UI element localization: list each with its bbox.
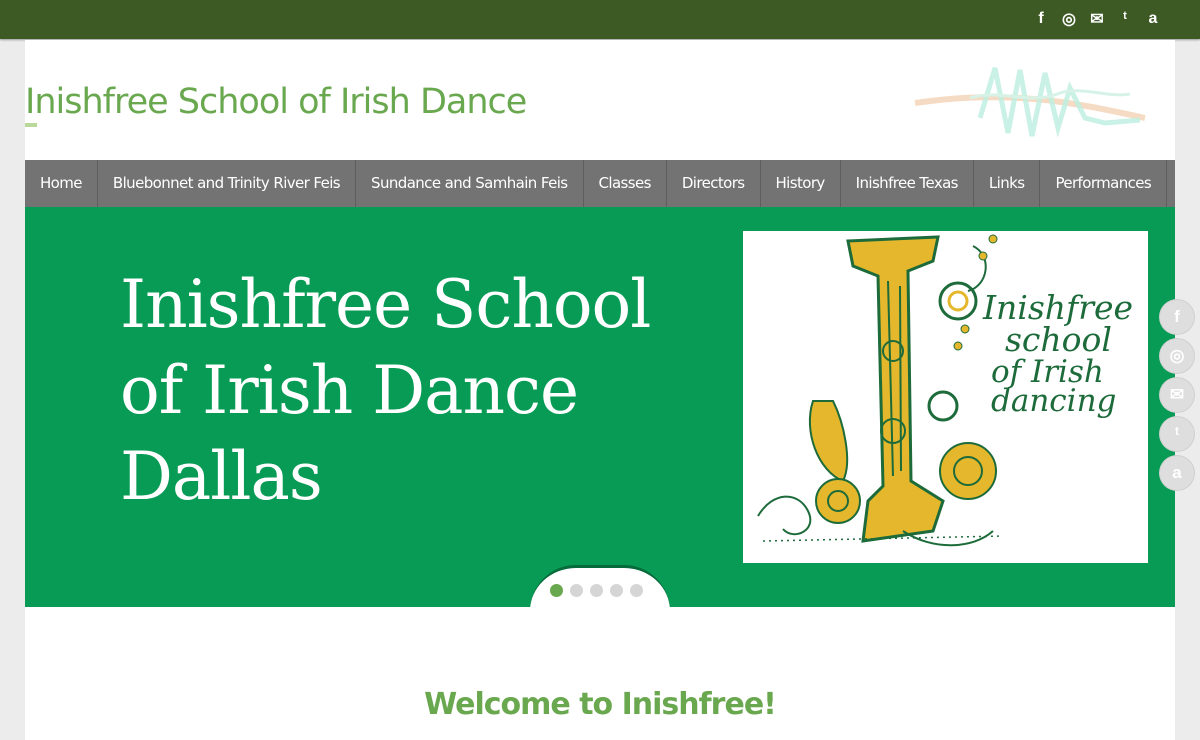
nav-item-inishfree-texas[interactable]: Inishfree Texas (841, 160, 974, 207)
slider-dot[interactable] (590, 584, 603, 597)
title-accent-bar (25, 123, 37, 127)
slider-dot[interactable] (550, 584, 563, 597)
page-container: Inishfree School of Irish Dance Home Blu… (25, 40, 1175, 740)
facebook-icon[interactable]: f (1032, 9, 1050, 29)
nav-item-performances[interactable]: Performances (1040, 160, 1168, 207)
nav-item-directors[interactable]: Directors (667, 160, 761, 207)
amazon-icon[interactable]: a (1144, 9, 1162, 29)
nav-item-history[interactable]: History (761, 160, 841, 207)
nav-item-bluebonnet-trinity-river-feis[interactable]: Bluebonnet and Trinity River Feis (98, 160, 357, 207)
twitter-icon[interactable]: ᵗ (1160, 417, 1194, 451)
header-logo-graphic (914, 67, 1146, 138)
slider-dot[interactable] (610, 584, 623, 597)
slider-pagination (530, 565, 670, 607)
floating-social-links: f ◎ ✉ ᵗ a (1160, 300, 1194, 490)
hero-heading-line: Inishfree School (120, 266, 651, 343)
welcome-heading: Welcome to Inishfree! (424, 686, 777, 722)
instagram-icon[interactable]: ◎ (1160, 339, 1194, 373)
nav-item-links[interactable]: Links (974, 160, 1041, 207)
instagram-icon[interactable]: ◎ (1060, 9, 1078, 29)
logo-text-line: dancing (991, 383, 1116, 419)
school-logo-image: Inishfree school of Irish dancing (743, 231, 1148, 563)
hero-heading-line: Dallas (120, 438, 323, 515)
hero-slider: Inishfree School of Irish Dance Dallas I… (25, 207, 1175, 607)
hero-heading-line: of Irish Dance (120, 352, 579, 429)
twitter-icon[interactable]: ᵗ (1116, 9, 1134, 29)
top-bar: f ◎ ✉ ᵗ a (0, 0, 1200, 39)
nav-item-classes[interactable]: Classes (584, 160, 667, 207)
site-title[interactable]: Inishfree School of Irish Dance (25, 82, 527, 122)
facebook-icon[interactable]: f (1160, 300, 1194, 334)
slider-dot[interactable] (630, 584, 643, 597)
mail-icon[interactable]: ✉ (1160, 378, 1194, 412)
main-navigation: Home Bluebonnet and Trinity River Feis S… (25, 160, 1175, 207)
amazon-icon[interactable]: a (1160, 456, 1194, 490)
slider-dot[interactable] (570, 584, 583, 597)
hero-heading: Inishfree School of Irish Dance Dallas (120, 262, 720, 520)
nav-item-sundance-samhain-feis[interactable]: Sundance and Samhain Feis (356, 160, 584, 207)
mail-icon[interactable]: ✉ (1088, 9, 1106, 29)
nav-item-home[interactable]: Home (25, 160, 98, 207)
top-social-links: f ◎ ✉ ᵗ a (1032, 8, 1162, 30)
